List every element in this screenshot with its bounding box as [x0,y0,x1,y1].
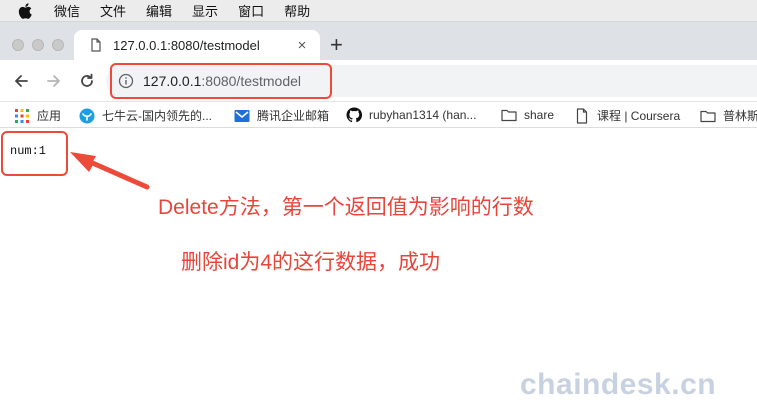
screenshot-root: 微信 文件 编辑 显示 窗口 帮助 127.0.0.1:8080/testmod… [0,0,757,418]
annotation-line-2: 删除id为4的这行数据，成功 [181,251,441,274]
annotation-line-1: Delete方法，第一个返回值为影响的行数 [158,196,534,219]
watermark: chaindesk.cn [520,368,717,401]
